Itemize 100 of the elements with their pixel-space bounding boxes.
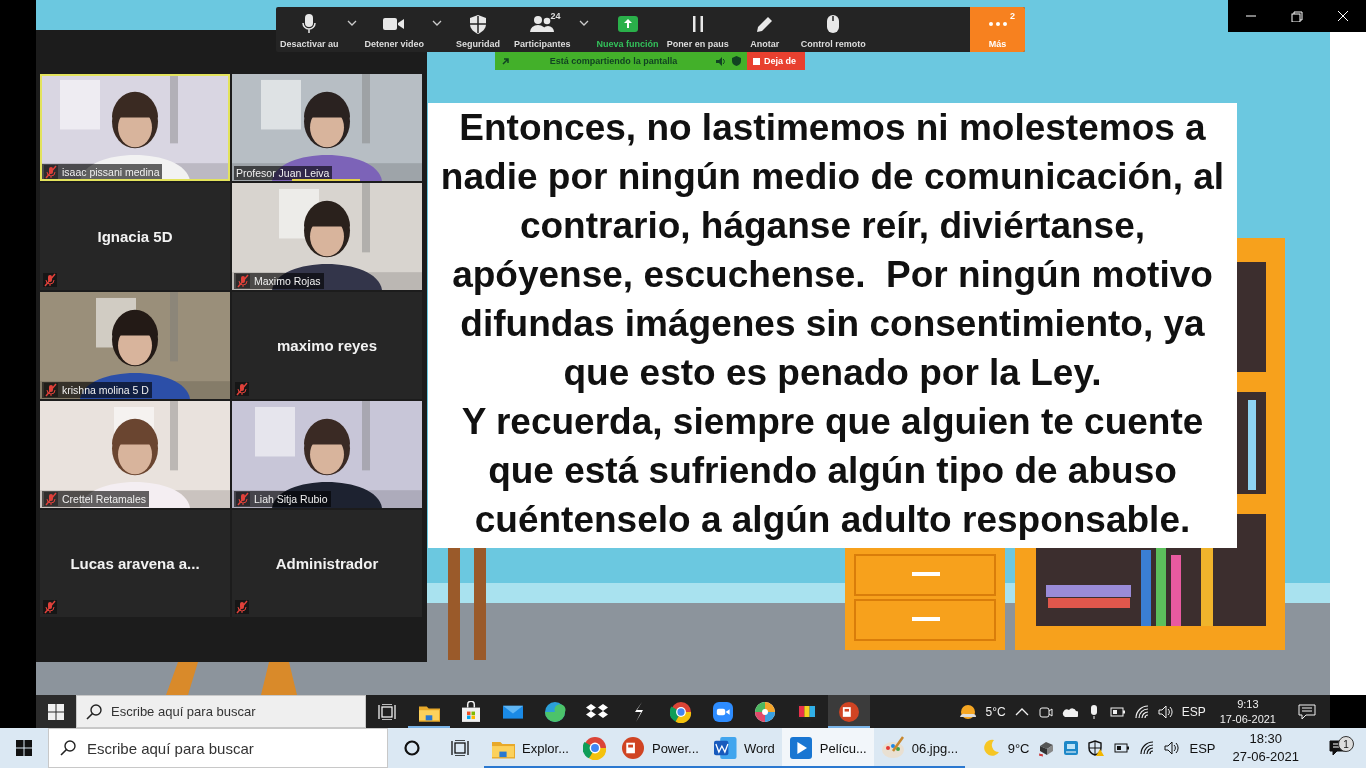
clock-date: 27-06-2021 xyxy=(1232,748,1299,766)
toolbar-button[interactable]: Nueva función xyxy=(592,7,663,52)
language-indicator[interactable]: ESP xyxy=(1181,704,1206,719)
video-tile[interactable]: Ignacia 5D xyxy=(40,183,230,290)
toolbar-button[interactable]: Anotar xyxy=(732,7,797,52)
mouse-icon xyxy=(827,15,840,33)
task-view-icon xyxy=(378,703,396,720)
weather-button[interactable]: 9°C xyxy=(981,739,1030,757)
taskbar-app-button[interactable] xyxy=(828,695,870,728)
notification-icon xyxy=(1298,703,1316,720)
shield-icon xyxy=(732,56,741,66)
clock-date: 17-06-2021 xyxy=(1219,711,1276,727)
video-tile[interactable]: Liah Sitja Rubio xyxy=(232,401,422,508)
slide-paragraph: Entonces, no lastimemos ni molestemos a nadie por ningún medio de comunicación, al contrario, háganse reír, diviértanse, apóyense, escuchense. Por ningún motivo difundas imágenes sin consentimiento, ya que esto es penado por la Ley. xyxy=(439,106,1226,395)
toolbar-button[interactable]: Seguridad xyxy=(446,7,511,52)
video-tile[interactable]: isaac pissani medina xyxy=(40,74,230,181)
taskbar-app-button[interactable]: Word xyxy=(705,728,782,768)
pencil-icon xyxy=(756,16,773,32)
share-status-text: Está compartiendo la pantalla xyxy=(548,56,679,66)
close-icon xyxy=(1336,10,1350,22)
name-label: isaac pissani medina xyxy=(42,164,163,180)
sun-cloud-icon xyxy=(957,703,978,720)
toolbar-button[interactable]: Detener video xyxy=(360,7,429,52)
video-tile[interactable]: Crettel Retamales xyxy=(40,401,230,508)
shield-icon xyxy=(470,14,487,34)
language-indicator[interactable]: ESP xyxy=(1189,740,1216,756)
circle-icon xyxy=(404,740,420,756)
name-label: krishna molina 5 D xyxy=(42,382,152,398)
search-field[interactable]: Escribe aquí para buscar xyxy=(48,728,388,768)
video-tile[interactable]: Maximo Rojas xyxy=(232,183,422,290)
search-field[interactable]: Escribe aquí para buscar xyxy=(76,695,366,728)
speaker-icon xyxy=(716,56,726,66)
stop-share-button[interactable]: Deja de xyxy=(747,52,805,70)
document-app-icon xyxy=(712,736,737,760)
clock-button[interactable]: 9:13 17-06-2021 xyxy=(1213,696,1282,727)
moon-icon xyxy=(981,739,1000,757)
taskbar-app-button[interactable]: Pelícu... xyxy=(781,728,874,768)
participant-name: Administrador xyxy=(275,555,379,572)
participant-name: Lucas aravena a... xyxy=(70,555,200,572)
participant-name: Ignacia 5D xyxy=(97,228,173,245)
edge-icon xyxy=(544,700,566,723)
toolbar-button[interactable]: Poner en paus xyxy=(662,7,733,52)
name-label: Profesor Juan Leiva xyxy=(234,166,333,180)
screen-edge-bar xyxy=(1330,695,1366,728)
palette-icon xyxy=(880,736,905,760)
slide-paragraph: Y recuerda, siempre que alguien te cuente que está sufriendo algún tipo de abuso cuéntenselo a algún adulto responsable. xyxy=(460,400,1205,542)
share-screen-icon xyxy=(617,16,638,32)
start-button[interactable] xyxy=(36,695,76,728)
printer-icon xyxy=(1038,739,1055,757)
chrome-icon xyxy=(582,736,607,760)
weather-button[interactable]: 5°C xyxy=(957,703,1006,720)
participant-name: maximo reyes xyxy=(276,337,378,354)
caret-icon xyxy=(346,19,357,26)
clock-button[interactable]: 18:30 27-06-2021 xyxy=(1224,730,1307,766)
clock-time: 9:13 xyxy=(1237,696,1259,712)
name-label: Crettel Retamales xyxy=(42,491,150,507)
toolbar-button[interactable]: Participantes 24 xyxy=(510,7,575,52)
video-tile[interactable]: Administrador xyxy=(232,510,422,617)
taskbar-app-button[interactable]: Explor... xyxy=(484,728,576,768)
video-tile[interactable]: maximo reyes xyxy=(232,292,422,399)
battery-icon xyxy=(1114,740,1131,756)
pinwheel-icon xyxy=(754,700,776,723)
toolbar-button[interactable]: Control remoto xyxy=(796,7,870,52)
restore-icon xyxy=(1290,10,1304,22)
presentation-app-icon xyxy=(620,736,645,760)
notification-count-badge: 1 xyxy=(1338,736,1354,752)
name-label: Liah Sitja Rubio xyxy=(234,491,331,507)
shield-warning-icon xyxy=(1088,739,1106,757)
speaker-icon xyxy=(1164,740,1181,756)
speaker-icon xyxy=(1157,703,1174,720)
video-tile[interactable]: krishna molina 5 D xyxy=(40,292,230,399)
wifi-icon xyxy=(1133,703,1150,720)
presentation-app-icon xyxy=(838,700,860,723)
video-camera-app-icon xyxy=(712,700,734,723)
pause-icon xyxy=(691,16,704,32)
task-view-icon xyxy=(451,740,469,756)
video-camera-icon xyxy=(383,16,406,32)
windows-icon xyxy=(48,703,64,720)
video-tile[interactable]: Lucas aravena a... xyxy=(40,510,230,617)
name-label: Maximo Rojas xyxy=(234,273,324,289)
microphone-icon xyxy=(302,14,317,34)
taskbar-app-button[interactable]: Power... xyxy=(613,728,706,768)
network-monitor-icon xyxy=(1063,740,1080,756)
chrome-icon xyxy=(670,700,692,723)
stop-icon xyxy=(753,57,760,65)
wifi-icon xyxy=(1139,740,1156,756)
taskbar-app-button[interactable]: 06.jpg... xyxy=(873,728,965,768)
arrow-icon xyxy=(501,56,511,66)
participant-count-label: 24 xyxy=(550,11,561,21)
notification-count-label: 2 xyxy=(1010,11,1015,21)
caret-icon xyxy=(432,19,443,26)
video-tile[interactable]: Profesor Juan Leiva xyxy=(232,74,422,181)
search-icon xyxy=(86,703,102,720)
shopping-bag-icon xyxy=(460,700,482,723)
search-icon xyxy=(60,740,76,756)
more-icon xyxy=(987,21,1008,27)
play-icon xyxy=(788,736,813,760)
windows-icon xyxy=(16,740,32,756)
caret-icon xyxy=(578,19,589,26)
toolbar-button[interactable]: Desactivar au xyxy=(276,7,343,52)
